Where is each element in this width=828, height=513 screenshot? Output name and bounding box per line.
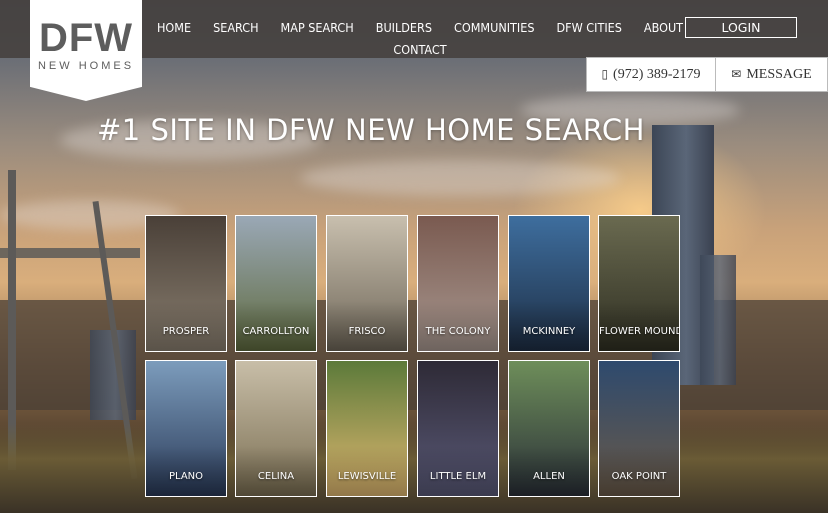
city-tile-lewisville[interactable]: LEWISVILLE <box>326 360 408 497</box>
message-label: MESSAGE <box>746 66 812 82</box>
city-label: MCKINNEY <box>522 326 576 337</box>
city-tile-the-colony[interactable]: THE COLONY <box>417 215 499 352</box>
main-nav: HOME SEARCH MAP SEARCH BUILDERS COMMUNIT… <box>157 20 683 57</box>
phone-icon: ▯ <box>601 67 609 81</box>
city-label: OAK POINT <box>611 471 667 482</box>
nav-map-search[interactable]: MAP SEARCH <box>281 20 354 35</box>
city-tile-allen[interactable]: ALLEN <box>508 360 590 497</box>
city-label: FLOWER MOUND <box>599 326 680 337</box>
nav-dfw-cities[interactable]: DFW CITIES <box>556 20 621 35</box>
logo-subtitle: NEW HOMES <box>37 60 135 72</box>
nav-about[interactable]: ABOUT <box>644 20 683 35</box>
city-label: PROSPER <box>162 326 210 337</box>
city-tile-celina[interactable]: CELINA <box>235 360 317 497</box>
phone-number: (972) 389-2179 <box>613 66 701 82</box>
city-tile-prosper[interactable]: PROSPER <box>145 215 227 352</box>
city-tile-carrollton[interactable]: CARROLLTON <box>235 215 317 352</box>
nav-builders[interactable]: BUILDERS <box>376 20 432 35</box>
city-tile-plano[interactable]: PLANO <box>145 360 227 497</box>
city-tile-frisco[interactable]: FRISCO <box>326 215 408 352</box>
city-label: LITTLE ELM <box>429 471 487 482</box>
phone-button[interactable]: ▯ (972) 389-2179 <box>586 57 716 92</box>
nav-search[interactable]: SEARCH <box>213 20 258 35</box>
city-label: ALLEN <box>533 471 565 482</box>
logo-mark: DFW <box>38 16 134 60</box>
city-label: THE COLONY <box>425 326 491 337</box>
headline-text: #1 SITE IN DFW NEW HOME SEARCH <box>97 113 645 147</box>
message-button[interactable]: ✉ MESSAGE <box>715 57 828 92</box>
login-button[interactable]: LOGIN <box>685 17 797 38</box>
city-tile-oak-point[interactable]: OAK POINT <box>598 360 680 497</box>
city-tile-flower-mound[interactable]: FLOWER MOUND <box>598 215 680 352</box>
nav-row-secondary: CONTACT <box>165 42 675 57</box>
nav-communities[interactable]: COMMUNITIES <box>454 20 535 35</box>
city-label: LEWISVILLE <box>337 471 397 482</box>
nav-home[interactable]: HOME <box>157 20 191 35</box>
city-tile-little-elm[interactable]: LITTLE ELM <box>417 360 499 497</box>
nav-contact[interactable]: CONTACT <box>393 42 446 57</box>
envelope-icon: ✉ <box>731 67 742 81</box>
site-logo[interactable]: DFW NEW HOMES <box>30 0 142 101</box>
city-label: CARROLLTON <box>242 326 310 337</box>
city-tile-mckinney[interactable]: MCKINNEY <box>508 215 590 352</box>
city-label: FRISCO <box>348 326 386 337</box>
nav-row-primary: HOME SEARCH MAP SEARCH BUILDERS COMMUNIT… <box>157 20 683 35</box>
city-label: PLANO <box>168 471 204 482</box>
city-label: CELINA <box>257 471 295 482</box>
page-headline: #1 SITE IN DFW NEW HOME SEARCH <box>0 113 828 147</box>
